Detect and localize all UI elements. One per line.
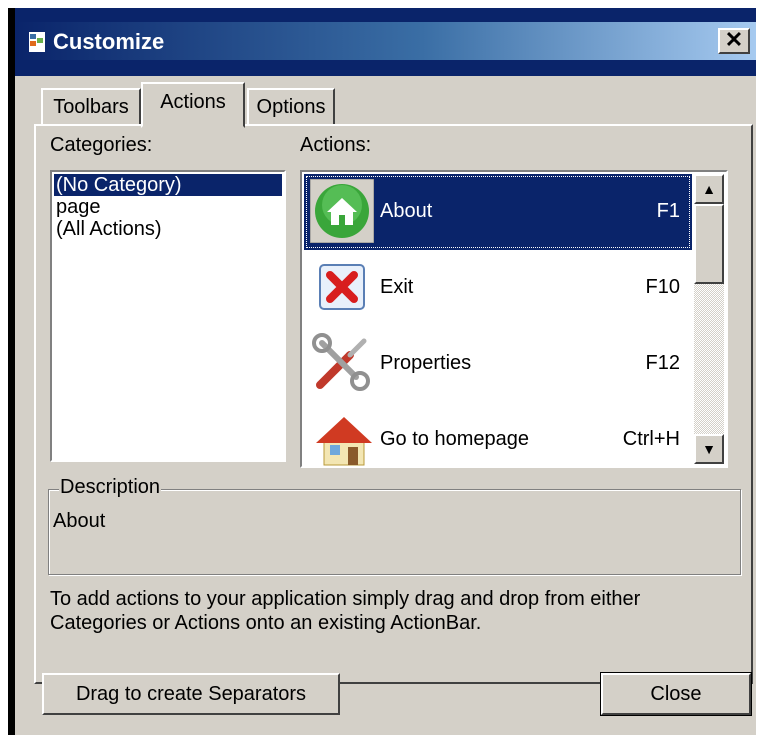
description-groupbox: Description About xyxy=(48,476,741,575)
actions-scrollbar[interactable]: ▲ ▼ xyxy=(694,174,724,464)
category-item-no-category[interactable]: (No Category) xyxy=(54,174,282,196)
tools-icon xyxy=(312,333,370,391)
action-item-go-to-homepage[interactable]: Go to homepage Ctrl+H xyxy=(304,402,692,478)
action-label: Go to homepage xyxy=(380,428,529,450)
scroll-thumb[interactable] xyxy=(694,204,724,284)
hint-text-line1: To add actions to your application simpl… xyxy=(50,588,641,610)
tab-toolbars[interactable]: Toolbars xyxy=(41,88,141,126)
action-label: Exit xyxy=(380,276,414,298)
close-button[interactable]: Close xyxy=(600,672,752,716)
home-round-icon xyxy=(310,179,374,243)
category-item-all-actions[interactable]: (All Actions) xyxy=(54,218,282,240)
action-item-exit[interactable]: Exit F10 xyxy=(304,250,692,326)
customize-window: Customize ✕ Toolbars Actions Options Cat… xyxy=(8,8,756,735)
categories-listbox[interactable]: (No Category) page (All Actions) xyxy=(50,170,286,462)
title-bar[interactable]: Customize ✕ xyxy=(15,8,756,76)
close-icon[interactable]: ✕ xyxy=(718,28,750,54)
app-icon xyxy=(29,32,45,52)
exit-x-icon xyxy=(319,264,365,310)
description-text: About xyxy=(53,510,106,532)
tab-actions[interactable]: Actions xyxy=(141,82,245,128)
action-shortcut: F1 xyxy=(656,200,680,222)
categories-label: Categories: xyxy=(50,134,153,156)
action-label: Properties xyxy=(380,352,472,374)
window-client: Customize ✕ Toolbars Actions Options Cat… xyxy=(15,8,756,735)
action-shortcut: F12 xyxy=(645,352,680,374)
window-title: Customize xyxy=(53,29,165,54)
scroll-up-button[interactable]: ▲ xyxy=(694,174,724,204)
category-item-page[interactable]: page xyxy=(54,196,282,218)
actions-label: Actions: xyxy=(300,134,372,156)
hint-text-line2: Categories or Actions onto an existing A… xyxy=(50,612,482,634)
actions-tab-panel: Categories: Actions: (No Category) page … xyxy=(34,124,753,684)
actions-listbox[interactable]: About F1 Exit F10 Properties F12 Go to h… xyxy=(300,170,728,468)
scroll-down-button[interactable]: ▼ xyxy=(694,434,724,464)
action-shortcut: F10 xyxy=(645,276,680,298)
description-title: Description xyxy=(59,476,162,499)
action-label: About xyxy=(380,200,433,222)
tab-options[interactable]: Options xyxy=(247,88,335,126)
house-icon xyxy=(316,417,372,466)
action-shortcut: Ctrl+H xyxy=(622,428,680,450)
action-item-about[interactable]: About F1 xyxy=(304,174,692,250)
action-item-properties[interactable]: Properties F12 xyxy=(304,326,692,402)
drag-separators-button[interactable]: Drag to create Separators xyxy=(42,673,340,715)
